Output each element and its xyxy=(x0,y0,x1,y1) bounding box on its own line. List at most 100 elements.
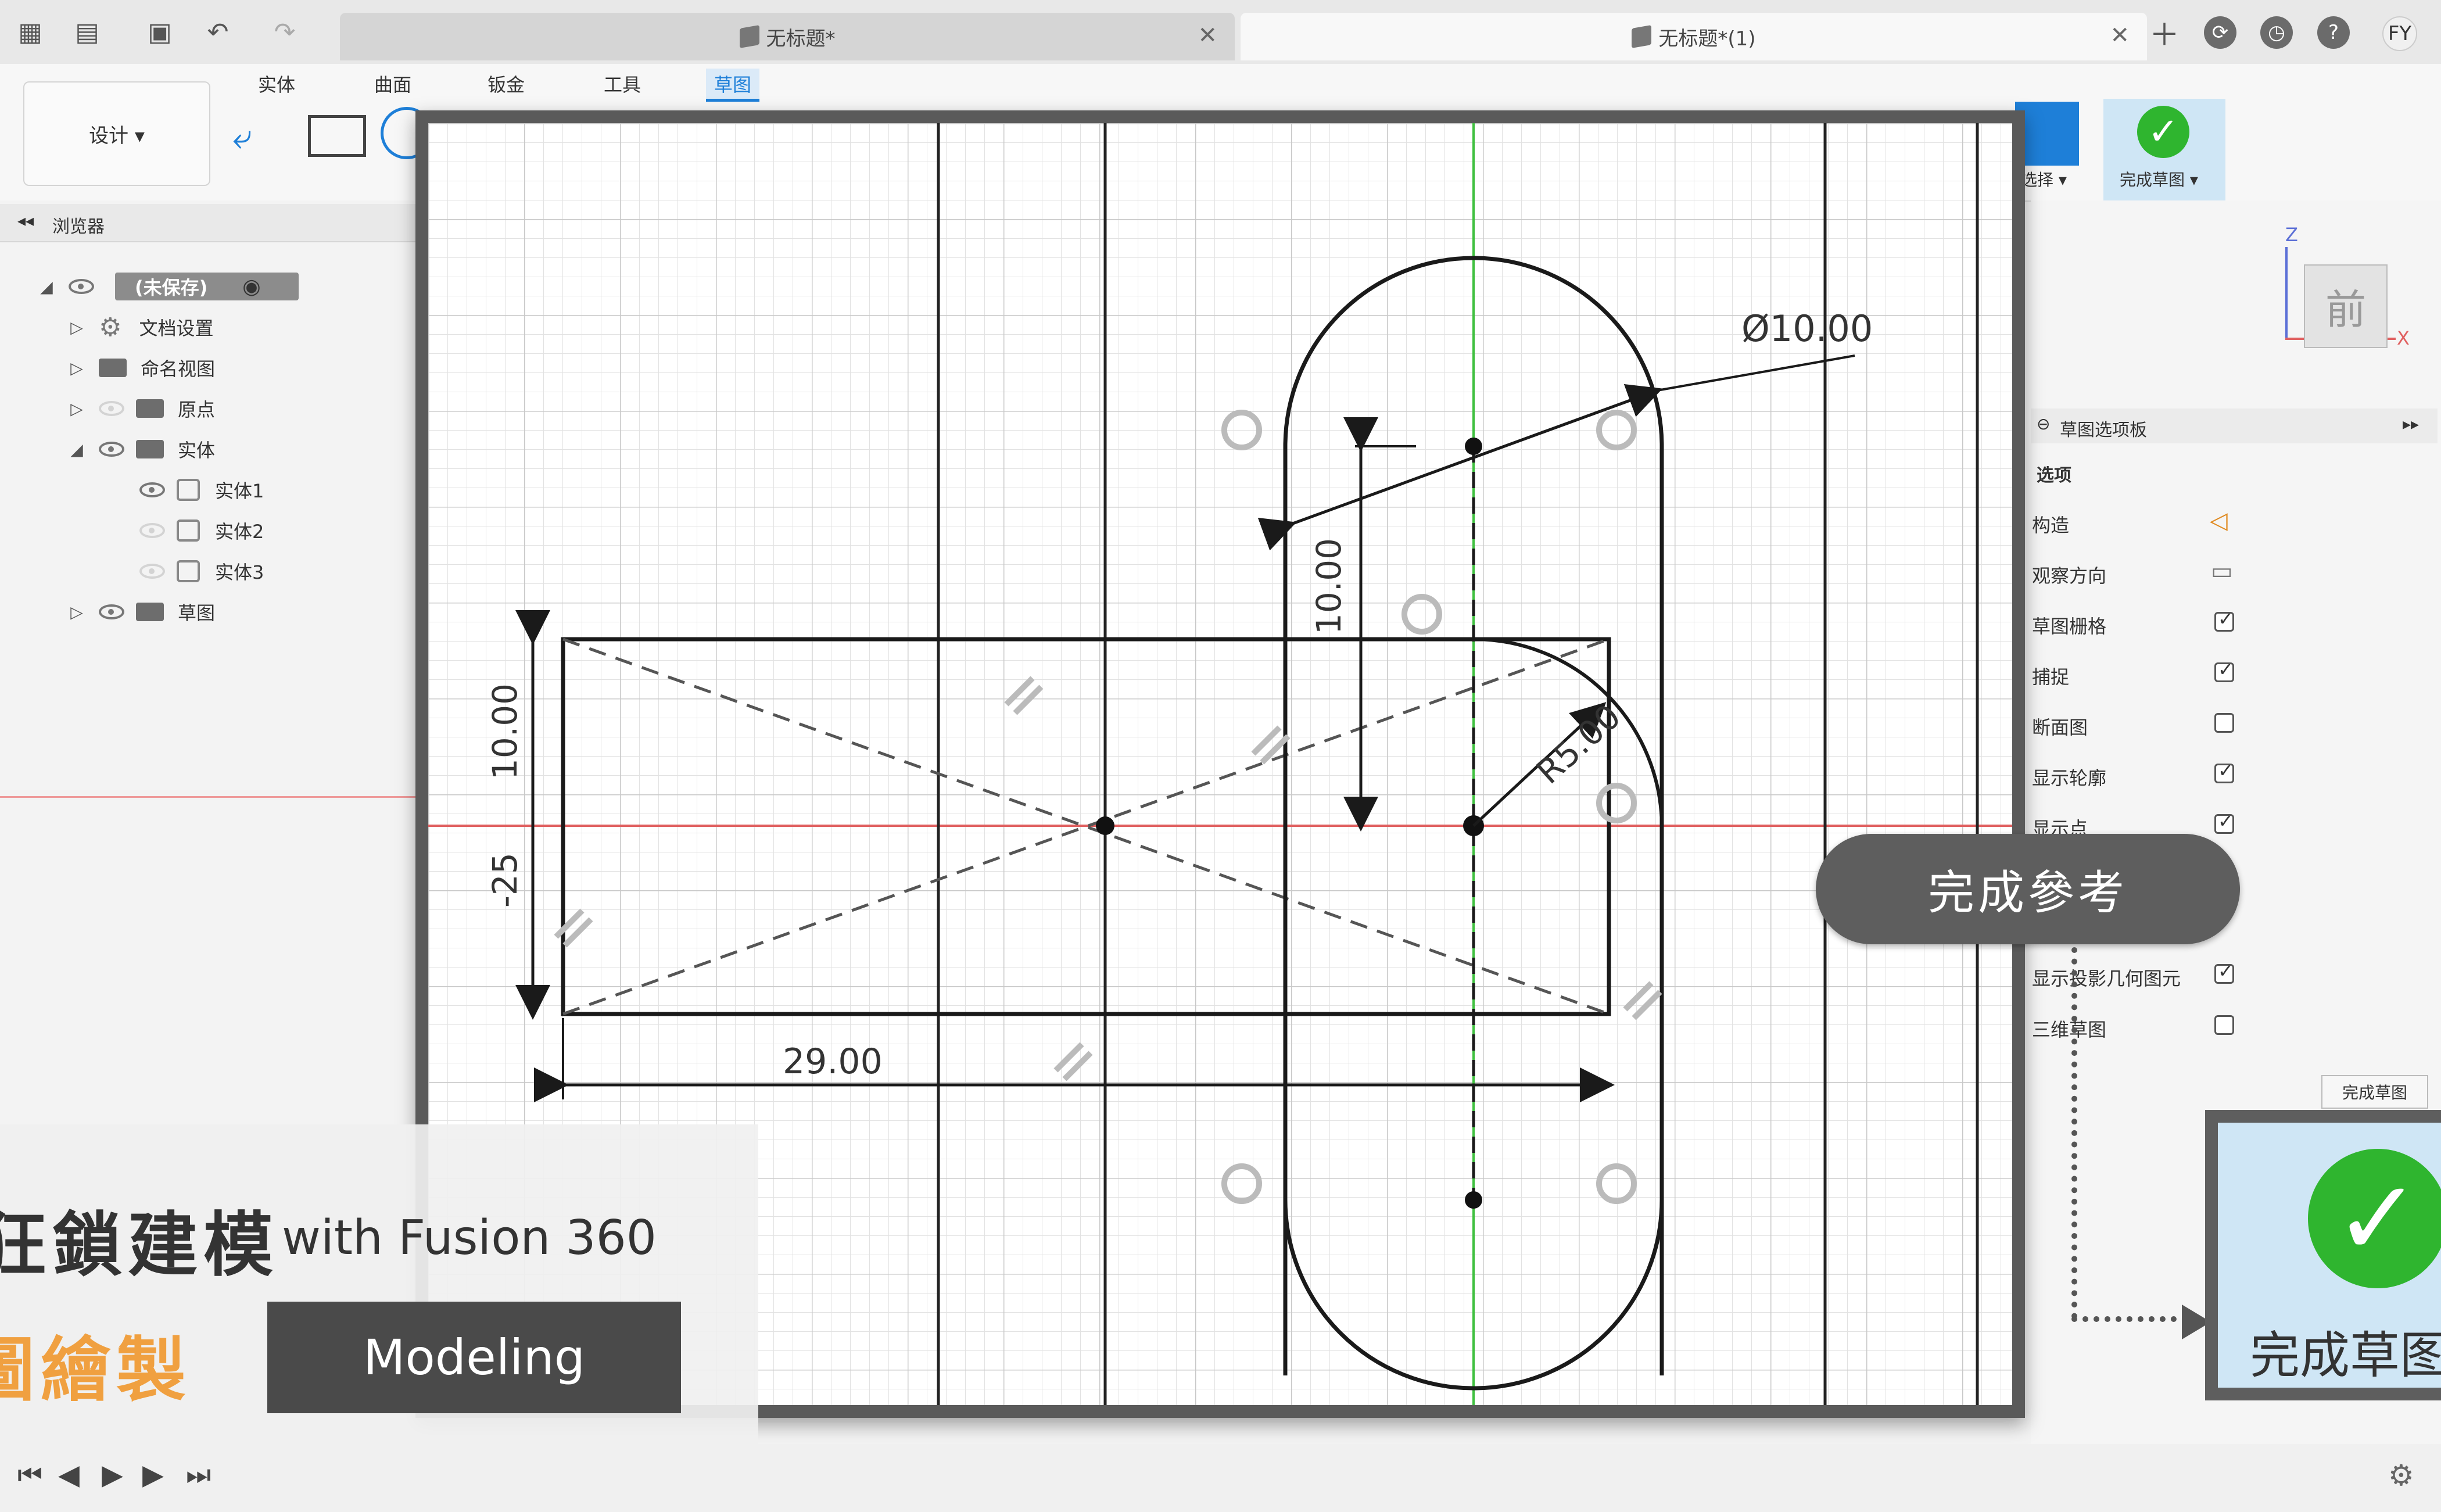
tree-label: 实体3 xyxy=(215,561,264,583)
hidden-icon[interactable] xyxy=(139,523,165,538)
option-snap[interactable]: 捕捉 xyxy=(2032,654,2439,695)
viewcube-front-face[interactable]: 前 xyxy=(2304,264,2388,348)
body-icon xyxy=(177,560,200,582)
line-tool-icon[interactable]: ⤶ xyxy=(232,116,291,163)
tree-item-body1[interactable]: 实体1 xyxy=(139,474,264,506)
checkbox[interactable] xyxy=(2214,608,2234,632)
bottom-width-dimension[interactable]: 29.00 xyxy=(783,1041,883,1082)
palette-finish-sketch-button[interactable]: 完成草图 xyxy=(2321,1075,2428,1109)
tree-item-bodies[interactable]: ◢ 实体 xyxy=(70,433,215,465)
palette-header: ⊖ 草图选项板 ▸▸ xyxy=(2031,409,2438,443)
expand-right-icon[interactable]: ▸▸ xyxy=(2403,414,2419,433)
close-tab-icon[interactable]: ✕ xyxy=(1198,22,1217,49)
document-tab-2[interactable]: 无标题*(1) ✕ xyxy=(1241,13,2147,60)
minus-circle-icon[interactable]: ⊖ xyxy=(2037,414,2050,433)
tree-item-body3[interactable]: 实体3 xyxy=(139,555,264,587)
cube-icon xyxy=(1632,25,1652,48)
tab-solid[interactable]: 实体 xyxy=(250,69,303,99)
viewcube[interactable]: Z X 前 xyxy=(2281,224,2414,357)
diameter-dimension[interactable]: Ø10.00 xyxy=(1741,307,1873,350)
browser-panel: ◂◂ 浏览器 ◢ (未保存) ◉ ▷ ⚙ 文档设置 ▷ 命名视图 ▷ 原点 ◢ … xyxy=(0,200,418,1084)
checkbox[interactable] xyxy=(2214,759,2234,783)
document-tab-1[interactable]: 无标题* ✕ xyxy=(340,13,1235,60)
finish-sketch-button[interactable]: ✓ 完成草图 ▾ xyxy=(2103,99,2225,203)
new-tab-icon[interactable]: ＋ xyxy=(2147,15,2182,53)
option-slice[interactable]: 断面图 xyxy=(2032,705,2439,746)
browser-title: 浏览器 xyxy=(52,217,105,237)
history-icon[interactable]: ◷ xyxy=(2260,16,2293,49)
callout-connector xyxy=(2071,1316,2188,1322)
expand-icon[interactable]: ▷ xyxy=(70,399,84,418)
options-section-title[interactable]: 选项 xyxy=(2037,461,2071,486)
visibility-icon[interactable] xyxy=(99,442,124,457)
rectangle-tool-icon[interactable] xyxy=(308,115,366,157)
checkbox[interactable] xyxy=(2214,810,2234,834)
sketch-point[interactable] xyxy=(1096,816,1114,835)
visibility-icon[interactable] xyxy=(69,279,94,294)
undo-icon[interactable]: ↶ xyxy=(200,15,235,49)
redo-icon[interactable]: ↷ xyxy=(267,15,302,49)
finish-sketch-label: 完成草图 ▾ xyxy=(2120,170,2198,189)
tab-sheet-metal[interactable]: 钣金 xyxy=(479,69,533,99)
hidden-icon[interactable] xyxy=(139,564,165,579)
checkbox[interactable] xyxy=(2214,1015,2234,1035)
help-icon[interactable]: ? xyxy=(2317,16,2350,49)
skip-start-icon[interactable]: ⏮ xyxy=(17,1459,42,1492)
check-icon: ✓ xyxy=(2137,106,2189,158)
option-3d-sketch[interactable]: 三维草图 xyxy=(2032,1007,2439,1048)
gear-icon: ⚙ xyxy=(99,312,122,342)
tree-item-body2[interactable]: 实体2 xyxy=(139,514,264,547)
workspace-design-button[interactable]: 设计 ▾ xyxy=(23,81,210,186)
vertical-top-dimension[interactable]: 10.00 xyxy=(1309,538,1349,635)
hidden-icon[interactable] xyxy=(99,401,124,416)
settings-gear-icon[interactable]: ⚙ xyxy=(2388,1459,2414,1492)
save-icon[interactable]: ▣ xyxy=(142,15,177,49)
user-avatar[interactable]: FY xyxy=(2382,16,2417,51)
construction-icon[interactable]: ◁ xyxy=(2210,507,2228,534)
tree-item-sketches[interactable]: ▷ 草图 xyxy=(70,596,215,628)
expand-icon[interactable]: ▷ xyxy=(70,318,84,337)
checkbox[interactable] xyxy=(2214,658,2234,682)
finish-sketch-zoom: ✓ 完成草图 xyxy=(2205,1110,2441,1400)
option-sketch-grid[interactable]: 草图栅格 xyxy=(2032,604,2439,644)
sync-icon[interactable]: ⟳ xyxy=(2204,16,2236,49)
file-menu-icon[interactable]: ▤ xyxy=(70,15,105,49)
active-radio-icon[interactable]: ◉ xyxy=(242,275,260,299)
tab-surface[interactable]: 曲面 xyxy=(366,69,420,99)
tree-item-origin[interactable]: ▷ 原点 xyxy=(70,392,215,425)
close-tab-icon[interactable]: ✕ xyxy=(2110,22,2130,49)
option-look-at[interactable]: 观察方向 ▭ xyxy=(2032,553,2439,594)
checkbox[interactable] xyxy=(2214,960,2234,984)
expand-icon[interactable]: ◢ xyxy=(40,277,53,296)
option-label: 捕捉 xyxy=(2032,666,2070,688)
tree-item-doc-settings[interactable]: ▷ ⚙ 文档设置 xyxy=(70,311,213,343)
palette-title: 草图选项板 xyxy=(2060,420,2147,440)
tab-sketch[interactable]: 草图 xyxy=(706,69,760,102)
root-label: (未保存) xyxy=(135,277,208,299)
step-back-icon[interactable]: ◀ xyxy=(58,1459,80,1491)
tab-tools[interactable]: 工具 xyxy=(596,69,649,99)
expand-icon[interactable]: ▷ xyxy=(70,359,84,378)
skip-end-icon[interactable]: ⏭ xyxy=(186,1459,211,1492)
expand-icon[interactable]: ◢ xyxy=(70,440,84,459)
step-forward-icon[interactable]: ▶ xyxy=(142,1459,164,1491)
option-construction[interactable]: 构造 ◁ xyxy=(2032,503,2439,543)
option-show-profile[interactable]: 显示轮廓 xyxy=(2032,755,2439,796)
visibility-icon[interactable] xyxy=(139,482,165,497)
body-icon xyxy=(177,479,200,501)
checkbox[interactable] xyxy=(2214,713,2234,733)
collapse-icon[interactable]: ◂◂ xyxy=(17,211,34,230)
option-show-projected[interactable]: 显示投影几何图元 xyxy=(2032,956,2439,997)
play-icon[interactable]: ▶ xyxy=(102,1459,123,1491)
sketch-point[interactable] xyxy=(1465,1191,1482,1209)
sketch-point[interactable] xyxy=(1465,438,1482,455)
expand-icon[interactable]: ▷ xyxy=(70,603,84,622)
tree-item-named-views[interactable]: ▷ 命名视图 xyxy=(70,352,215,384)
tree-root[interactable]: ◢ (未保存) ◉ xyxy=(40,270,299,303)
title-bar: ▦ ▤ ▣ ↶ ↷ 无标题* ✕ 无标题*(1) ✕ ＋ ⟳ ◷ ? FY xyxy=(0,0,2441,65)
app-grid-icon[interactable]: ▦ xyxy=(13,15,48,49)
left-height-dimension[interactable]: 10.00 xyxy=(485,683,525,780)
look-at-icon[interactable]: ▭ xyxy=(2211,558,2233,585)
left-offset-dimension[interactable]: -25 xyxy=(485,852,525,908)
visibility-icon[interactable] xyxy=(99,604,124,619)
